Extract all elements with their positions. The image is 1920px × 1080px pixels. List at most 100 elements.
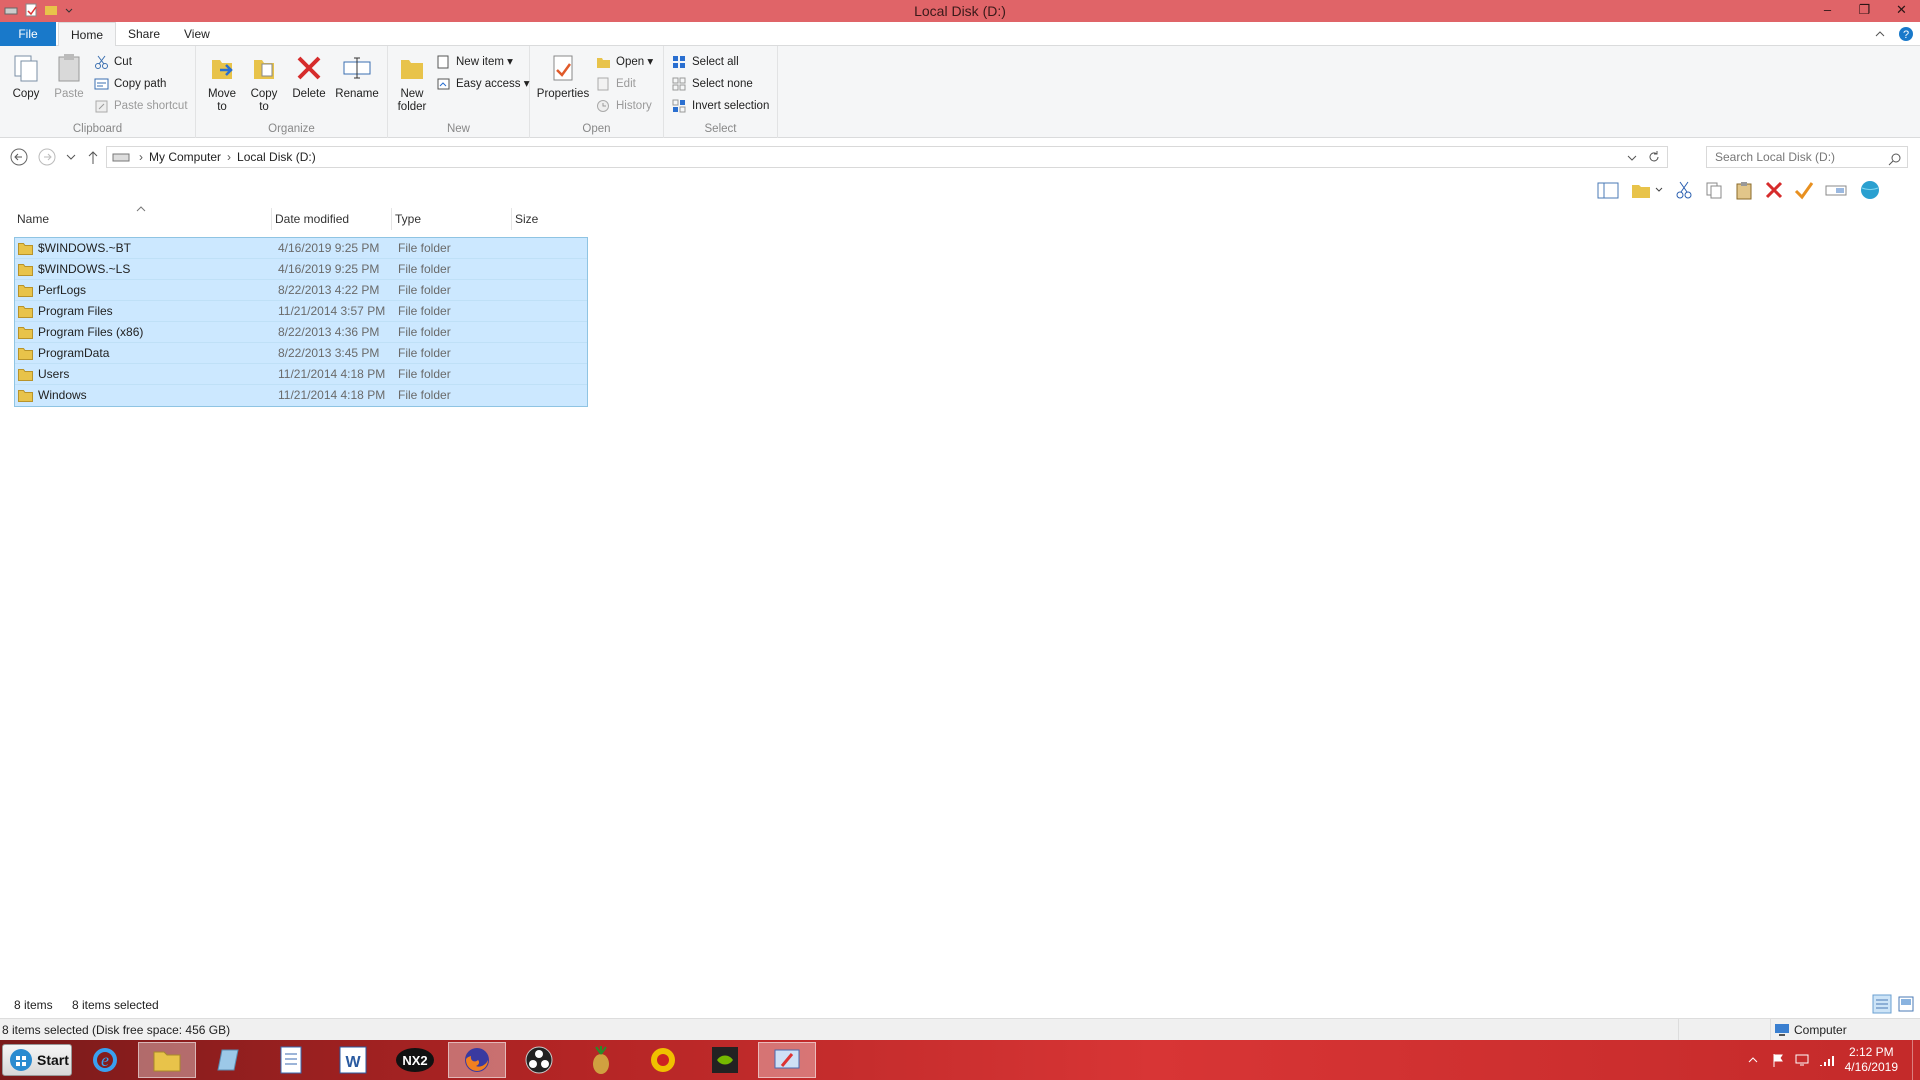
tab-share[interactable]: Share [116,22,172,46]
delete-button[interactable]: Delete [290,52,328,101]
clipboard-group-label: Clipboard [72,123,123,135]
move-to-button[interactable]: Move to [204,52,240,114]
paste-button[interactable]: Paste [50,52,88,101]
organize-group: Move to Copy to Delete Rename Organize [196,46,388,138]
file-name[interactable]: Program Files [38,301,113,322]
open-button[interactable]: Open ▾ [596,52,653,72]
address-box[interactable]: › My Computer › Local Disk (D:) [106,146,1668,168]
table-row[interactable]: Program Files (x86) 8/22/2013 4:36 PM File… [15,322,587,343]
breadcrumb-my-computer[interactable]: My Computer [149,150,221,164]
column-header-size[interactable]: Size [512,208,592,230]
copy-icon[interactable] [1704,180,1724,200]
search-icon[interactable] [1888,152,1902,166]
show-desktop-button[interactable] [1912,1040,1920,1080]
selection-detail: 8 items selected (Disk free space: 456 G… [2,1023,231,1037]
copy-to-button[interactable]: Copy to [246,52,282,114]
new-folder-button[interactable]: New folder [394,52,430,114]
copy-path-button[interactable]: Copy path [94,74,166,94]
recent-locations-icon[interactable] [66,153,76,161]
refresh-icon[interactable] [1647,150,1661,164]
table-row[interactable]: Users 11/21/2014 4:18 PM File folder [15,364,587,385]
file-name[interactable]: PerfLogs [38,280,86,301]
nx2-button[interactable]: NX2 [386,1042,444,1078]
nvidia-button[interactable] [696,1042,754,1078]
clock[interactable]: 2:12 PM 4/16/2019 [1845,1045,1898,1075]
back-icon[interactable] [10,148,28,166]
paste-shortcut-button[interactable]: Paste shortcut [94,96,188,116]
file-explorer-button[interactable] [138,1042,196,1078]
up-icon[interactable] [86,148,100,166]
open-group-label: Open [582,123,611,135]
table-row[interactable]: Program Files 11/21/2014 3:57 PM File fold… [15,301,587,322]
file-name[interactable]: Users [38,364,69,385]
column-header-date[interactable]: Date modified [272,208,392,230]
paint-button[interactable] [758,1042,816,1078]
close-button[interactable]: ✕ [1883,0,1920,22]
paste-icon[interactable] [1734,180,1754,200]
firefox-button[interactable] [448,1042,506,1078]
monitor-icon[interactable] [1795,1053,1809,1067]
status-bar: 8 items 8 items selected [0,994,1920,1016]
minimize-button[interactable]: – [1809,0,1846,22]
nx2-icon: NX2 [396,1048,434,1072]
rename-button[interactable]: Rename [334,52,380,101]
breadcrumb-separator-icon[interactable]: › [227,150,231,164]
folder-icon [153,1051,181,1072]
breadcrumb-local-disk[interactable]: Local Disk (D:) [237,150,316,164]
easy-access-icon [437,78,450,90]
file-name[interactable]: $WINDOWS.~LS [38,259,130,280]
chevron-down-icon[interactable] [1627,154,1637,162]
invert-selection-button[interactable]: Invert selection [672,96,769,116]
copy-path-label: Copy path [114,78,167,90]
copy-button[interactable]: Copy [8,52,44,101]
cut-button[interactable]: Cut [94,52,132,72]
start-button[interactable]: Start [2,1044,72,1076]
easy-access-button[interactable]: Easy access ▾ [436,74,530,94]
scissors-icon[interactable] [1674,180,1694,200]
search-input[interactable]: Search Local Disk (D:) [1706,146,1908,168]
column-header-type[interactable]: Type [392,208,512,230]
wordpad-button[interactable] [262,1042,320,1078]
file-name[interactable]: Windows [38,385,87,406]
table-row[interactable]: PerfLogs 8/22/2013 4:22 PM File folder [15,280,587,301]
details-view-icon[interactable] [1872,994,1892,1014]
edit-button[interactable]: Edit [596,74,636,94]
tab-view[interactable]: View [172,22,222,46]
breadcrumb-separator-icon[interactable]: › [139,150,143,164]
tab-home[interactable]: Home [58,22,117,47]
internet-explorer-button[interactable]: e [76,1042,134,1078]
table-row[interactable]: $WINDOWS.~LS 4/16/2019 9:25 PM File folder [15,259,587,280]
globe-icon[interactable] [1858,179,1882,201]
obs-button[interactable] [510,1042,568,1078]
pineapple-app-button[interactable] [572,1042,630,1078]
word-button[interactable]: W [324,1042,382,1078]
svg-text:?: ? [1903,29,1909,41]
folder-options-icon[interactable] [1630,180,1664,200]
forward-icon[interactable] [38,148,56,166]
file-name[interactable]: $WINDOWS.~BT [38,238,131,259]
large-icons-view-icon[interactable] [1896,994,1916,1014]
table-row[interactable]: ProgramData 8/22/2013 3:45 PM File folder [15,343,587,364]
file-name[interactable]: Program Files (x86) [38,322,143,343]
properties-button[interactable]: Properties [536,52,590,101]
table-row[interactable]: Windows 11/21/2014 4:18 PM File folder [15,385,587,406]
action-center-flag-icon[interactable] [1771,1053,1785,1067]
restore-button[interactable]: ❐ [1846,0,1883,22]
select-none-button[interactable]: Select none [672,74,753,94]
history-button[interactable]: History [596,96,652,116]
notepad-button[interactable] [200,1042,258,1078]
network-signal-icon[interactable] [1819,1053,1835,1067]
new-item-button[interactable]: New item ▾ [436,52,513,72]
help-icon[interactable]: ? [1898,26,1914,42]
file-name[interactable]: ProgramData [38,343,109,364]
checkmark-icon[interactable] [1794,180,1814,200]
select-all-button[interactable]: Select all [672,52,739,72]
preview-pane-icon[interactable] [1596,180,1620,200]
collapse-ribbon-icon[interactable] [1874,28,1886,40]
show-hidden-icons-icon[interactable] [1747,1055,1759,1065]
ring-app-button[interactable] [634,1042,692,1078]
tab-file[interactable]: File [0,22,56,46]
table-row[interactable]: $WINDOWS.~BT 4/16/2019 9:25 PM File folder [15,238,587,259]
rename-icon[interactable] [1824,180,1848,200]
delete-icon[interactable] [1764,180,1784,200]
